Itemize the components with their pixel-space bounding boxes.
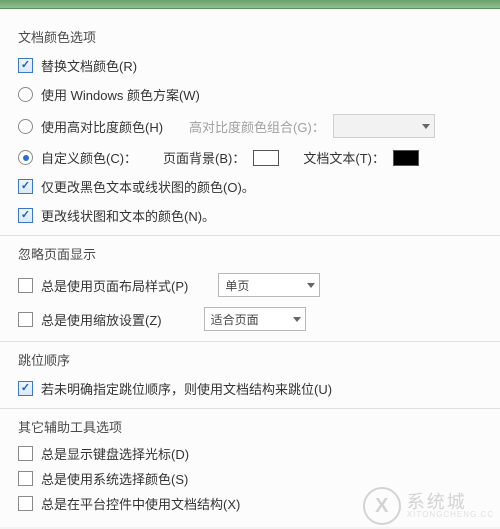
section-title-override: 忽略页面显示: [18, 244, 482, 263]
radio-use-windows-colors[interactable]: [18, 87, 33, 102]
divider: [0, 408, 500, 409]
label-use-windows-colors: 使用 Windows 颜色方案(W): [41, 85, 200, 104]
preferences-panel: 文档颜色选项 替换文档颜色(R) 使用 Windows 颜色方案(W) 使用高对…: [0, 9, 500, 527]
section-title-tab-order: 跳位顺序: [18, 350, 482, 369]
checkbox-only-black-text[interactable]: [18, 179, 33, 194]
label-replace-doc-colors: 替换文档颜色(R): [41, 56, 137, 75]
swatch-doc-text[interactable]: [393, 150, 419, 166]
label-use-doc-structure-tab: 若未明确指定跳位顺序，则使用文档结构来跳位(U): [41, 379, 332, 398]
checkbox-change-line-text[interactable]: [18, 208, 33, 223]
checkbox-use-sys-color[interactable]: [18, 471, 33, 486]
chevron-down-icon: [307, 283, 315, 288]
label-always-zoom: 总是使用缩放设置(Z): [41, 310, 162, 329]
section-title-doc-color: 文档颜色选项: [18, 27, 482, 46]
label-platform-controls: 总是在平台控件中使用文档结构(X): [41, 494, 240, 513]
checkbox-show-caret[interactable]: [18, 446, 33, 461]
label-always-layout: 总是使用页面布局样式(P): [41, 276, 188, 295]
window-titlebar-fragment: [0, 0, 500, 9]
radio-use-high-contrast[interactable]: [18, 119, 33, 134]
label-custom-color: 自定义颜色(C)：: [41, 148, 137, 167]
label-only-black-text: 仅更改黑色文本或线状图的颜色(O)。: [41, 177, 255, 196]
checkbox-platform-controls[interactable]: [18, 496, 33, 511]
checkbox-replace-doc-colors[interactable]: [18, 58, 33, 73]
divider: [0, 341, 500, 342]
label-doc-text: 文档文本(T)：: [303, 148, 385, 167]
combo-layout-style-value: 单页: [225, 277, 249, 294]
label-hc-combo: 高对比度颜色组合(G)：: [189, 117, 325, 136]
radio-custom-color[interactable]: [18, 150, 33, 165]
label-use-sys-color: 总是使用系统选择颜色(S): [41, 469, 188, 488]
combo-layout-style[interactable]: 单页: [218, 273, 320, 297]
label-show-caret: 总是显示键盘选择光标(D): [41, 444, 189, 463]
section-title-assist: 其它辅助工具选项: [18, 417, 482, 436]
label-use-high-contrast: 使用高对比度颜色(H): [41, 117, 163, 136]
combo-zoom-setting-value: 适合页面: [211, 311, 259, 328]
checkbox-always-layout[interactable]: [18, 278, 33, 293]
chevron-down-icon: [293, 317, 301, 322]
label-page-background: 页面背景(B)：: [163, 148, 245, 167]
chevron-down-icon: [422, 124, 430, 129]
combo-high-contrast: [333, 114, 435, 138]
label-change-line-text: 更改线状图和文本的颜色(N)。: [41, 206, 215, 225]
divider: [0, 235, 500, 236]
combo-zoom-setting[interactable]: 适合页面: [204, 307, 306, 331]
checkbox-always-zoom[interactable]: [18, 312, 33, 327]
swatch-page-background[interactable]: [253, 150, 279, 166]
checkbox-use-doc-structure-tab[interactable]: [18, 381, 33, 396]
